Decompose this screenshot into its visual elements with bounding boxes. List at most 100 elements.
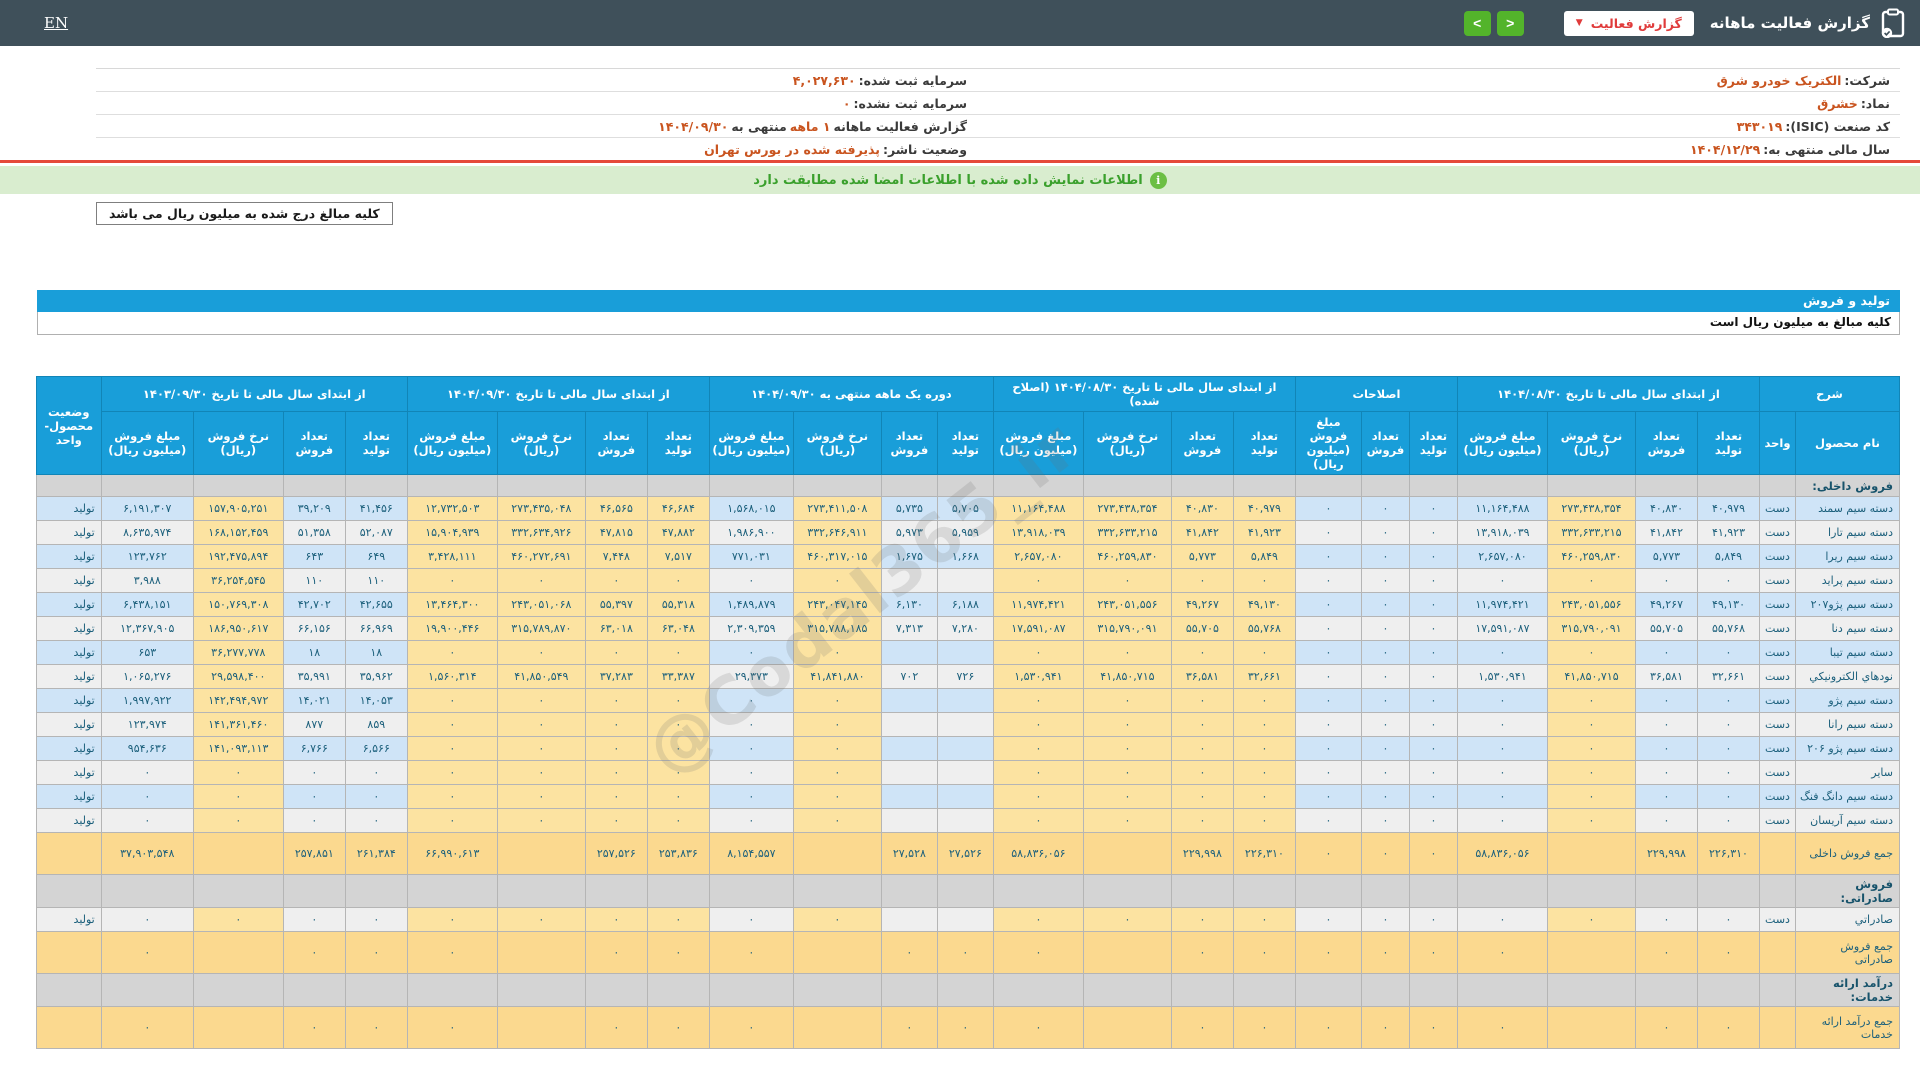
table-cell: ۰: [345, 932, 407, 974]
table-cell: [1457, 875, 1547, 908]
table-cell: ۰: [407, 761, 497, 785]
table-cell: ۱۸: [345, 641, 407, 665]
table-cell: ۰: [709, 761, 793, 785]
table-cell: ۲۴۳,۰۵۱,۵۵۶: [1083, 593, 1171, 617]
table-cell: ۲۷۳,۴۳۵,۰۴۸: [497, 497, 585, 521]
table-cell: ۷۷۱,۰۳۱: [709, 545, 793, 569]
table-cell: ۱۳,۹۱۸,۰۳۹: [993, 521, 1083, 545]
table-cell: ۰: [1409, 833, 1457, 875]
table-cell: ۰: [497, 689, 585, 713]
table-cell: فروش داخلی:: [1796, 475, 1900, 497]
table-cell: ۰: [709, 908, 793, 932]
info-value: ۱۴۰۴/۱۲/۲۹: [1690, 142, 1760, 157]
table-cell: ۰: [345, 785, 407, 809]
table-cell: ۵,۷۳۵: [881, 497, 937, 521]
table-cell: ۰: [647, 569, 709, 593]
table-cell: ۱,۹۹۷,۹۲۲: [101, 689, 193, 713]
table-cell: ۱۴۲,۴۹۴,۹۷۲: [193, 689, 283, 713]
table-cell: [881, 761, 937, 785]
table-cell: [793, 974, 881, 1007]
table-cell: ۰: [1409, 593, 1457, 617]
table-cell: ۳,۹۸۸: [101, 569, 193, 593]
production-sales-section: تولید و فروش کلیه مبالغ به میلیون ریال ا…: [37, 290, 1900, 1049]
table-cell: دسته سیم پژو ۲۰۶: [1796, 737, 1900, 761]
table-cell: ۶۳,۰۴۸: [647, 617, 709, 641]
table-cell: تولید: [36, 569, 101, 593]
table-cell: ۰: [1295, 761, 1361, 785]
table-cell: ۴۲,۷۰۲: [283, 593, 345, 617]
table-cell: ۲۵۳,۸۳۶: [647, 833, 709, 875]
table-cell: ۶۴۳: [283, 545, 345, 569]
info-label: گزارش فعالیت ماهانه: [833, 119, 967, 134]
table-cell: [937, 475, 993, 497]
table-cell: دست: [1759, 641, 1795, 665]
top-bar: گزارش فعالیت ماهانه گزارش فعالیت ▼ < > E…: [0, 0, 1920, 46]
table-cell: [937, 761, 993, 785]
next-report-button[interactable]: <: [1497, 11, 1524, 36]
column-header: تعداد تولید: [1409, 412, 1457, 475]
table-row: دسته سیم تارادست۴۱,۹۲۳۴۱,۸۴۲۳۳۲,۶۳۳,۲۱۵۱…: [36, 521, 1899, 545]
table-cell: ۴۱,۸۵۰,۷۱۵: [1547, 665, 1635, 689]
table-cell: ۰: [1233, 569, 1295, 593]
table-cell: ۱,۶۷۵: [881, 545, 937, 569]
table-cell: ۰: [647, 689, 709, 713]
table-cell: ۴۰,۹۷۹: [1697, 497, 1759, 521]
table-cell: ۰: [709, 932, 793, 974]
table-cell: ۰: [407, 641, 497, 665]
table-row: دسته سیم پژو۲۰۷دست۴۹,۱۳۰۴۹,۲۶۷۲۴۳,۰۵۱,۵۵…: [36, 593, 1899, 617]
table-cell: ۰: [585, 761, 647, 785]
table-cell: ۱۱,۱۶۴,۴۸۸: [1457, 497, 1547, 521]
table-cell: [709, 475, 793, 497]
table-cell: ۰: [407, 908, 497, 932]
table-cell: ۰: [1295, 569, 1361, 593]
table-cell: ۵۸,۸۳۶,۰۵۶: [993, 833, 1083, 875]
table-cell: ۰: [1457, 689, 1547, 713]
table-cell: ۰: [1697, 809, 1759, 833]
table-cell: تولید: [36, 737, 101, 761]
table-cell: [1083, 475, 1171, 497]
table-cell: ۰: [647, 809, 709, 833]
table-cell: ۲۵۷,۵۲۶: [585, 833, 647, 875]
table-cell: ۵۵,۳۱۸: [647, 593, 709, 617]
table-cell: ۰: [1361, 761, 1409, 785]
table-cell: ۲۴۳,۰۵۱,۰۶۸: [497, 593, 585, 617]
table-cell: ۱۱,۱۶۴,۴۸۸: [993, 497, 1083, 521]
table-cell: ۴۱,۸۵۰,۷۱۵: [1083, 665, 1171, 689]
table-cell: ۱۲۳,۷۶۲: [101, 545, 193, 569]
table-cell: ۱۸۶,۹۵۰,۶۱۷: [193, 617, 283, 641]
column-group-header: اصلاحات: [1295, 377, 1457, 412]
table-cell: ۰: [193, 785, 283, 809]
table-cell: ۰: [497, 641, 585, 665]
table-cell: فروش صادراتی:: [1796, 875, 1900, 908]
table-cell: ۰: [407, 569, 497, 593]
table-cell: [1361, 974, 1409, 1007]
english-language-link[interactable]: EN: [44, 14, 68, 32]
table-cell: ۱,۵۶۸,۰۱۵: [709, 497, 793, 521]
table-cell: [585, 875, 647, 908]
report-type-dropdown[interactable]: گزارش فعالیت ▼: [1564, 11, 1694, 36]
info-cell: نماد: خشرق: [977, 92, 1900, 114]
table-cell: ۸,۱۵۴,۵۵۷: [709, 833, 793, 875]
table-cell: ۰: [1635, 641, 1697, 665]
info-value: خشرق: [1817, 96, 1858, 111]
table-cell: ۰: [1457, 932, 1547, 974]
table-cell: ۳۳۲,۶۳۳,۲۱۵: [1547, 521, 1635, 545]
table-cell: ۰: [1547, 641, 1635, 665]
info-value: ۳۴۳۰۱۹: [1737, 119, 1783, 134]
table-cell: ۰: [1233, 908, 1295, 932]
table-cell: ۰: [1361, 932, 1409, 974]
table-cell: [881, 875, 937, 908]
table-cell: ۰: [937, 1007, 993, 1049]
table-cell: [881, 569, 937, 593]
table-cell: ۰: [407, 737, 497, 761]
info-cell: سرمایه ثبت نشده: ۰: [96, 92, 977, 114]
table-cell: ۱۲,۷۳۲,۵۰۳: [407, 497, 497, 521]
table-cell: [1361, 875, 1409, 908]
table-cell: تولید: [36, 665, 101, 689]
prev-report-button[interactable]: >: [1464, 11, 1491, 36]
table-cell: [881, 689, 937, 713]
table-cell: [193, 475, 283, 497]
table-row: فروش داخلی:: [36, 475, 1899, 497]
table-cell: ۰: [1083, 737, 1171, 761]
table-cell: ۵۵,۷۰۵: [1171, 617, 1233, 641]
